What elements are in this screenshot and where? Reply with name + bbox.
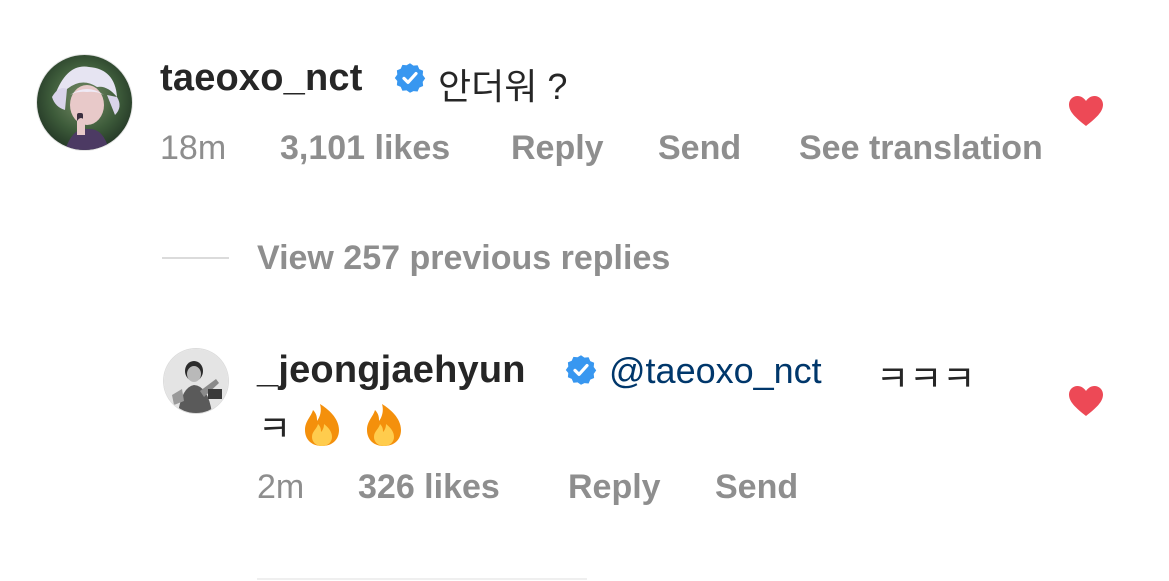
avatar-jeongjaehyun[interactable]: [164, 349, 228, 413]
comment-heart-icon[interactable]: [1068, 95, 1104, 127]
reply-username[interactable]: _jeongjaehyun: [257, 349, 526, 392]
comment-reply-button[interactable]: Reply: [511, 129, 604, 168]
next-item-edge: [257, 578, 587, 580]
reply-mention-link[interactable]: @taeoxo_nct: [609, 350, 822, 392]
reply-text-line2: ㅋ: [258, 400, 405, 452]
verified-badge-icon: [394, 62, 426, 94]
avatar-image: [37, 55, 132, 150]
reply-send-button[interactable]: Send: [715, 468, 798, 507]
comment-username[interactable]: taeoxo_nct: [160, 57, 363, 100]
comment-text: 안더워 ?: [438, 66, 568, 107]
comment-send-button[interactable]: Send: [658, 129, 741, 168]
replies-divider: [162, 257, 229, 259]
see-translation-button[interactable]: See translation: [799, 129, 1043, 168]
reply-time: 2m: [257, 468, 305, 506]
verified-badge-icon: [565, 354, 597, 386]
comment-likes[interactable]: 3,101 likes: [280, 129, 450, 168]
reply-likes[interactable]: 326 likes: [358, 468, 500, 507]
fire-emoji-icon: [363, 403, 405, 447]
view-previous-replies-button[interactable]: View 257 previous replies: [257, 239, 670, 278]
comment-time: 18m: [160, 129, 227, 167]
avatar-image: [164, 349, 228, 413]
avatar-taeoxo-nct[interactable]: [37, 55, 132, 150]
fire-emoji-icon: [301, 403, 343, 447]
reply-reply-button[interactable]: Reply: [568, 468, 661, 507]
reply-text-fragment: ㅋ: [258, 408, 292, 449]
reply-heart-icon[interactable]: [1068, 385, 1104, 417]
reply-text-line1: ㅋㅋㅋ: [876, 358, 976, 399]
